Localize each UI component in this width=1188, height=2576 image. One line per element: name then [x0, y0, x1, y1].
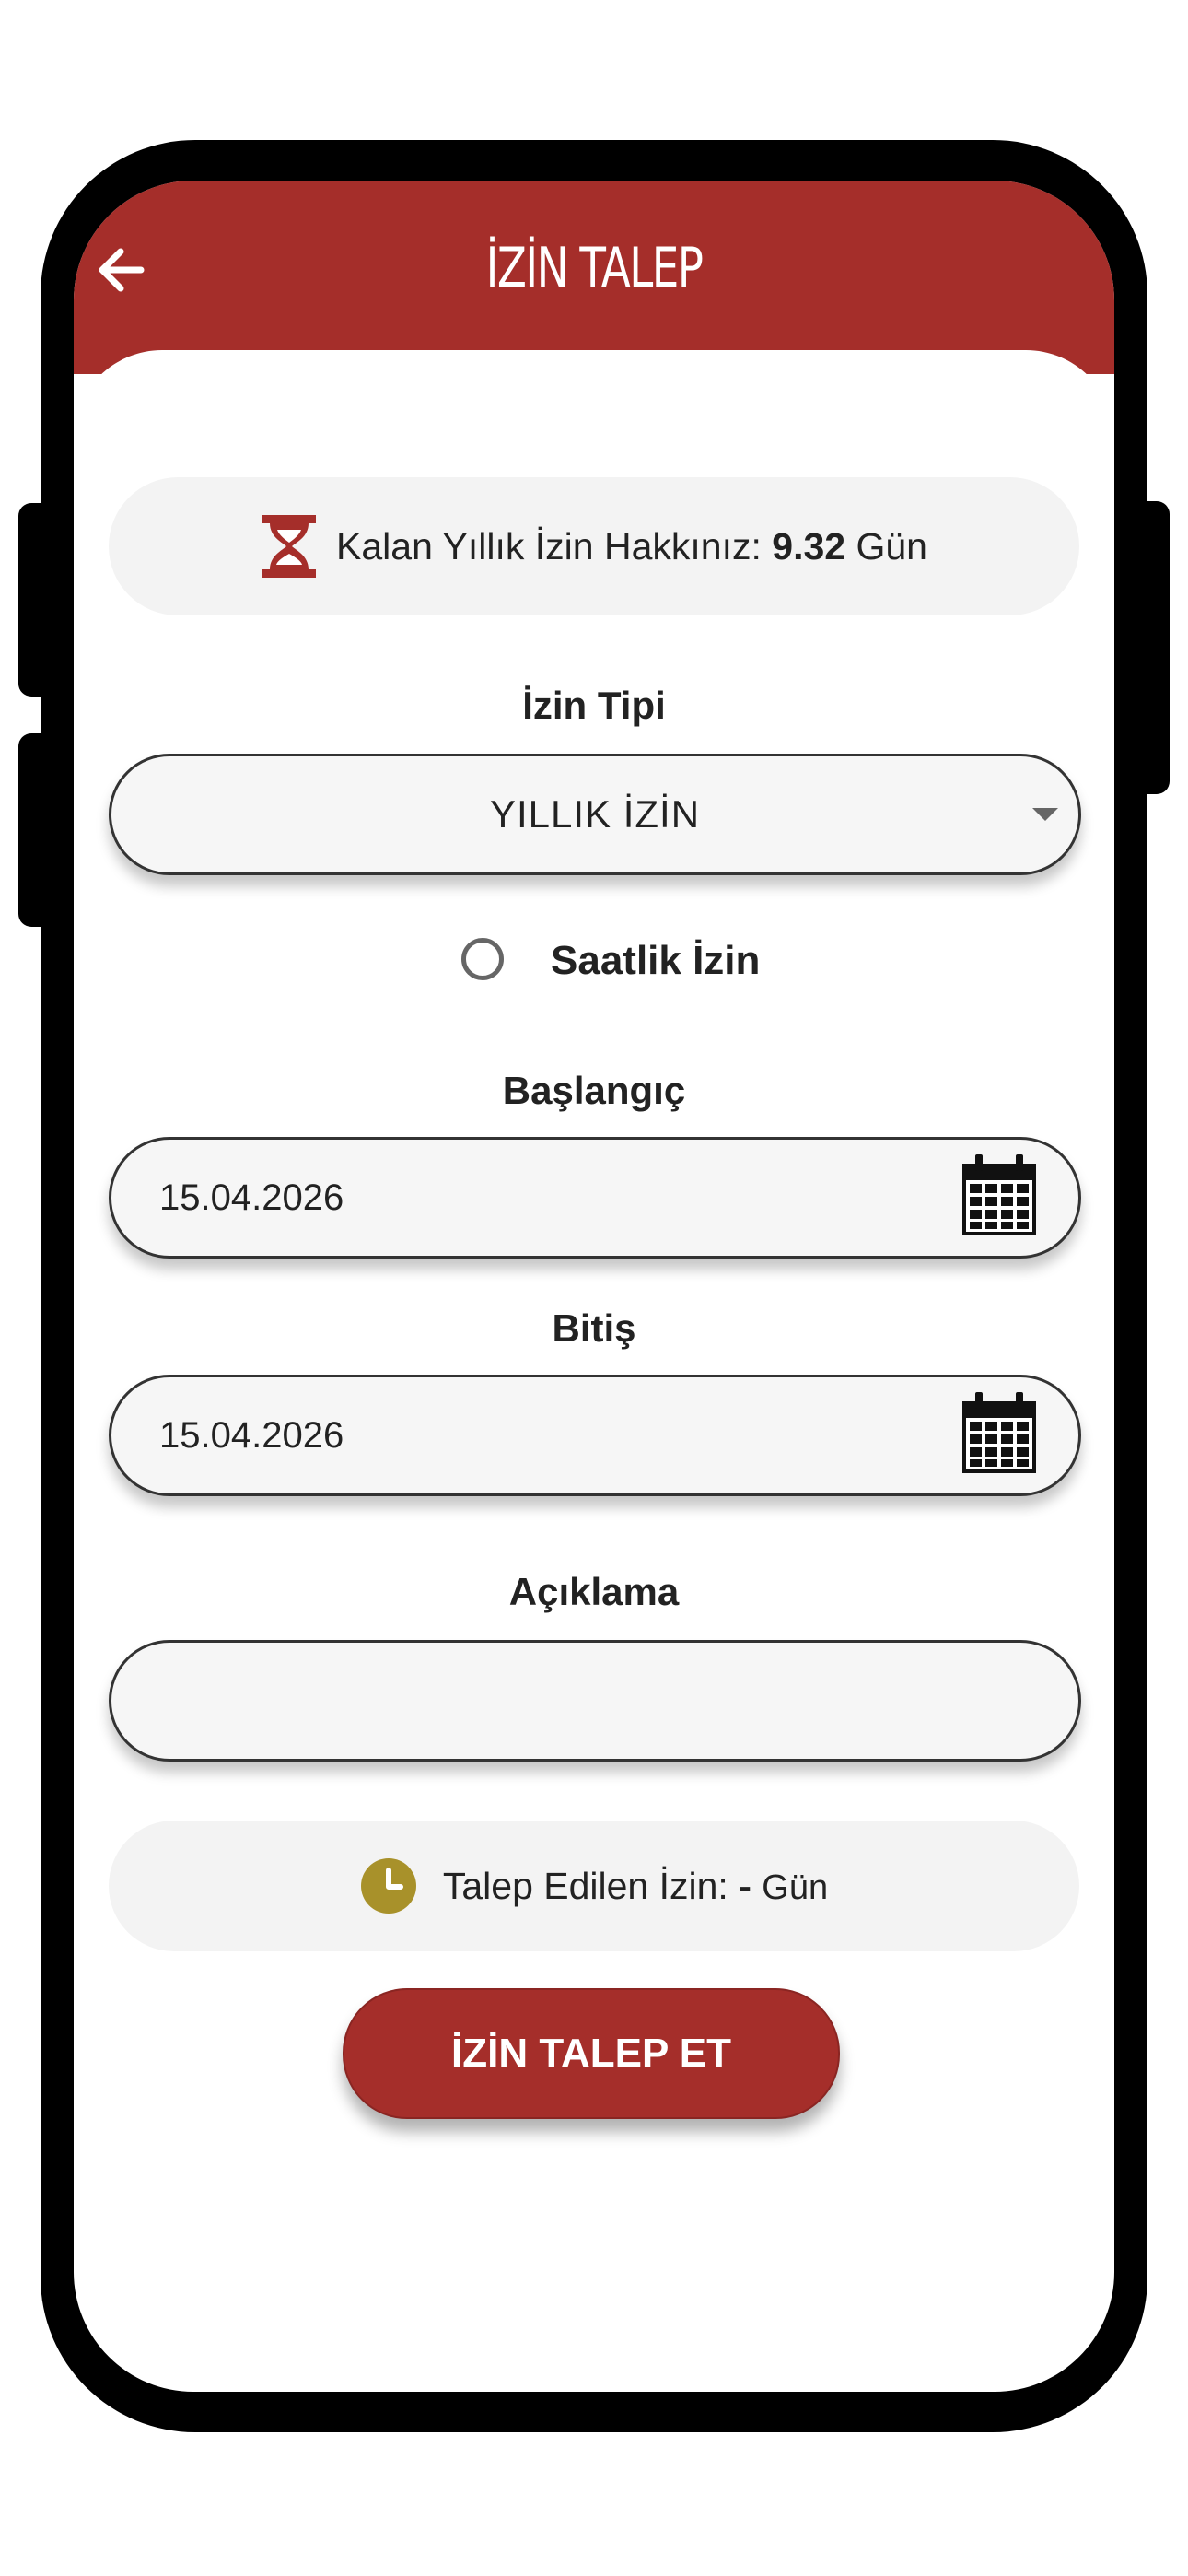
description-label: Açıklama — [508, 1570, 680, 1613]
hourly-leave-radio[interactable] — [461, 938, 504, 980]
end-date-label: Bitiş — [552, 1306, 636, 1350]
requested-leave-label: Talep Edilen İzin: — [442, 1864, 728, 1907]
hourglass-icon — [261, 513, 318, 580]
remaining-leave-label: Kalan Yıllık İzin Hakkınız: — [336, 524, 762, 568]
start-date-field[interactable]: 15.04.2026 — [109, 1137, 1081, 1259]
remaining-leave-unit: Gün — [856, 524, 927, 568]
page-title: İZİN TALEP — [485, 236, 704, 300]
leave-type-value: YILLIK İZİN — [489, 792, 701, 836]
requested-leave-value: - — [739, 1864, 751, 1907]
description-input[interactable] — [109, 1640, 1081, 1762]
submit-leave-request-button[interactable]: İZİN TALEP ET — [343, 1988, 840, 2119]
end-date-field[interactable]: 15.04.2026 — [109, 1375, 1081, 1496]
requested-leave-card: Talep Edilen İzin: - Gün — [109, 1821, 1079, 1951]
start-date-label: Başlangıç — [502, 1069, 686, 1112]
clock-icon — [360, 1857, 417, 1914]
calendar-icon[interactable] — [961, 1154, 1038, 1237]
hourly-leave-row[interactable]: Saatlik İzin — [74, 929, 1114, 1002]
calendar-icon[interactable] — [961, 1392, 1038, 1475]
remaining-leave-text: Kalan Yıllık İzin Hakkınız: 9.32 Gün — [336, 525, 927, 568]
app-header: İZİN TALEP — [74, 181, 1114, 374]
leave-type-label: İzin Tipi — [522, 684, 666, 727]
app-screen: İZİN TALEP Kalan Yıllık İzin Hakkınız: 9… — [74, 181, 1114, 2392]
leave-type-select[interactable]: YILLIK İZİN — [109, 754, 1081, 875]
end-date-value: 15.04.2026 — [159, 1414, 344, 1456]
remaining-leave-card: Kalan Yıllık İzin Hakkınız: 9.32 Gün — [109, 477, 1079, 615]
back-arrow-icon[interactable] — [79, 228, 162, 311]
requested-leave-unit: Gün — [762, 1868, 829, 1907]
hourly-leave-label: Saatlik İzin — [551, 938, 761, 983]
start-date-value: 15.04.2026 — [159, 1177, 344, 1218]
remaining-leave-value: 9.32 — [772, 524, 846, 568]
requested-leave-text: Talep Edilen İzin: - Gün — [443, 1865, 828, 1908]
dropdown-caret-icon — [1032, 808, 1058, 821]
